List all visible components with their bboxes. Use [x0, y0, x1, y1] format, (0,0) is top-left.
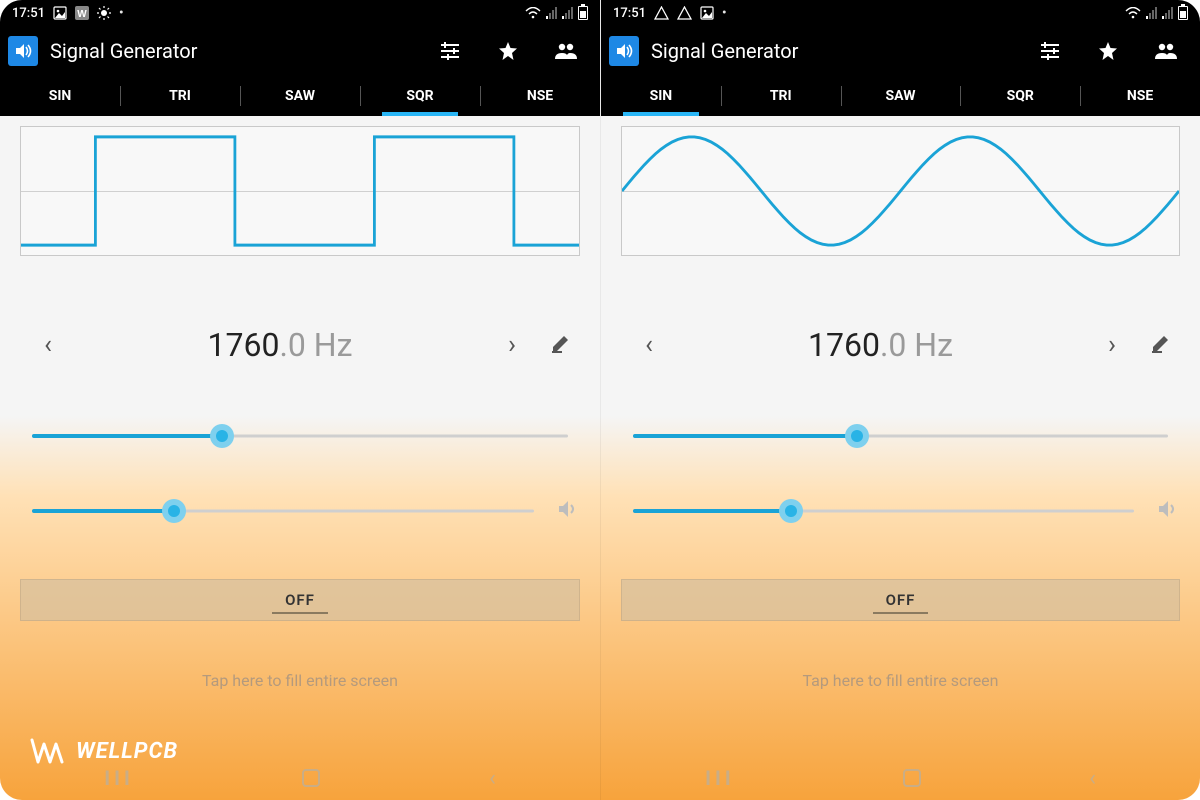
tab-label: SIN [650, 88, 673, 104]
nav-home-button[interactable] [302, 769, 320, 787]
tab-label: NSE [527, 88, 553, 104]
image-icon [53, 6, 67, 20]
nav-back-button[interactable]: ‹ [1089, 766, 1096, 791]
waveform-preview [20, 126, 580, 256]
svg-text:W: W [77, 9, 87, 20]
nav-home-button[interactable] [903, 769, 921, 787]
power-toggle-button[interactable]: OFF [621, 579, 1180, 621]
tune-icon[interactable] [436, 37, 464, 65]
cell-signal-icon [1162, 7, 1173, 19]
tab-label: TRI [169, 88, 191, 104]
wifi-icon [525, 7, 541, 19]
cell-signal-icon [1146, 7, 1157, 19]
app-bar: Signal Generator [0, 26, 600, 76]
freq-decrease-button[interactable]: ‹ [629, 330, 669, 360]
battery-icon [578, 6, 588, 20]
waveform-preview [621, 126, 1180, 256]
frequency-slider[interactable] [621, 424, 1180, 448]
screenshot-pane-0: 17:51 W • Signal Generator SIN TRI SAW SQR NS… [0, 0, 600, 800]
brightness-icon [97, 6, 111, 20]
tab-label: NSE [1127, 88, 1153, 104]
tab-tri[interactable]: TRI [721, 76, 841, 116]
triangle-alert-icon [654, 6, 669, 20]
screenshot-pane-1: 17:51 • Signal Generator SIN TRI SAW SQR NSE [600, 0, 1200, 800]
tab-label: SAW [886, 88, 916, 104]
tab-nse[interactable]: NSE [1080, 76, 1200, 116]
power-label: OFF [285, 591, 315, 609]
fullscreen-hint[interactable]: Tap here to fill entire screen [621, 671, 1180, 690]
tab-sqr[interactable]: SQR [960, 76, 1080, 116]
nav-recents-button[interactable]: III [104, 766, 134, 790]
star-icon[interactable] [494, 37, 522, 65]
freq-increase-button[interactable]: › [1092, 330, 1132, 360]
tab-label: SQR [406, 88, 433, 104]
tab-label: SAW [285, 88, 315, 104]
w-app-icon: W [75, 6, 89, 20]
tab-sin[interactable]: SIN [0, 76, 120, 116]
tab-tri[interactable]: TRI [120, 76, 240, 116]
status-time: 17:51 [613, 6, 646, 21]
tab-saw[interactable]: SAW [841, 76, 961, 116]
wellpcb-watermark: WELLPCB [30, 736, 178, 766]
waveform-tabs: SIN TRI SAW SQR NSE [601, 76, 1200, 116]
nav-recents-button[interactable]: III [705, 766, 735, 790]
freq-decrease-button[interactable]: ‹ [28, 330, 68, 360]
tab-saw[interactable]: SAW [240, 76, 360, 116]
star-icon[interactable] [1094, 37, 1122, 65]
app-icon-speaker [609, 36, 639, 66]
battery-icon [1178, 6, 1188, 20]
power-label: OFF [886, 591, 916, 609]
app-title: Signal Generator [50, 39, 197, 63]
app-bar: Signal Generator [601, 26, 1200, 76]
fullscreen-hint[interactable]: Tap here to fill entire screen [20, 671, 580, 690]
tab-label: SIN [49, 88, 72, 104]
status-time: 17:51 [12, 6, 45, 21]
frequency-display[interactable]: 1760.0 Hz [68, 326, 492, 364]
more-notifications-dot: • [722, 6, 727, 21]
tab-label: TRI [770, 88, 792, 104]
tab-sqr[interactable]: SQR [360, 76, 480, 116]
volume-icon[interactable] [1146, 498, 1180, 524]
frequency-display[interactable]: 1760.0 Hz [669, 326, 1092, 364]
power-toggle-button[interactable]: OFF [20, 579, 580, 621]
app-icon-speaker [8, 36, 38, 66]
triangle-alert-icon [677, 6, 692, 20]
app-title: Signal Generator [651, 39, 798, 63]
status-bar: 17:51 W • [0, 0, 600, 26]
frequency-slider[interactable] [20, 424, 580, 448]
volume-slider[interactable] [621, 499, 1146, 523]
wifi-icon [1125, 7, 1141, 19]
group-icon[interactable] [1152, 37, 1180, 65]
group-icon[interactable] [552, 37, 580, 65]
nav-back-button[interactable]: ‹ [489, 766, 496, 791]
waveform-tabs: SIN TRI SAW SQR NSE [0, 76, 600, 116]
edit-frequency-icon[interactable] [532, 332, 572, 358]
more-notifications-dot: • [119, 6, 124, 21]
tab-sin[interactable]: SIN [601, 76, 721, 116]
edit-frequency-icon[interactable] [1132, 332, 1172, 358]
cell-signal-icon [546, 7, 557, 19]
status-bar: 17:51 • [601, 0, 1200, 26]
watermark-text: WELLPCB [76, 739, 178, 764]
image-icon [700, 6, 714, 20]
freq-increase-button[interactable]: › [492, 330, 532, 360]
volume-icon[interactable] [546, 498, 580, 524]
android-nav-bar: III ‹ [621, 756, 1180, 800]
tab-label: SQR [1007, 88, 1034, 104]
tune-icon[interactable] [1036, 37, 1064, 65]
tab-nse[interactable]: NSE [480, 76, 600, 116]
volume-slider[interactable] [20, 499, 546, 523]
cell-signal-icon [562, 7, 573, 19]
